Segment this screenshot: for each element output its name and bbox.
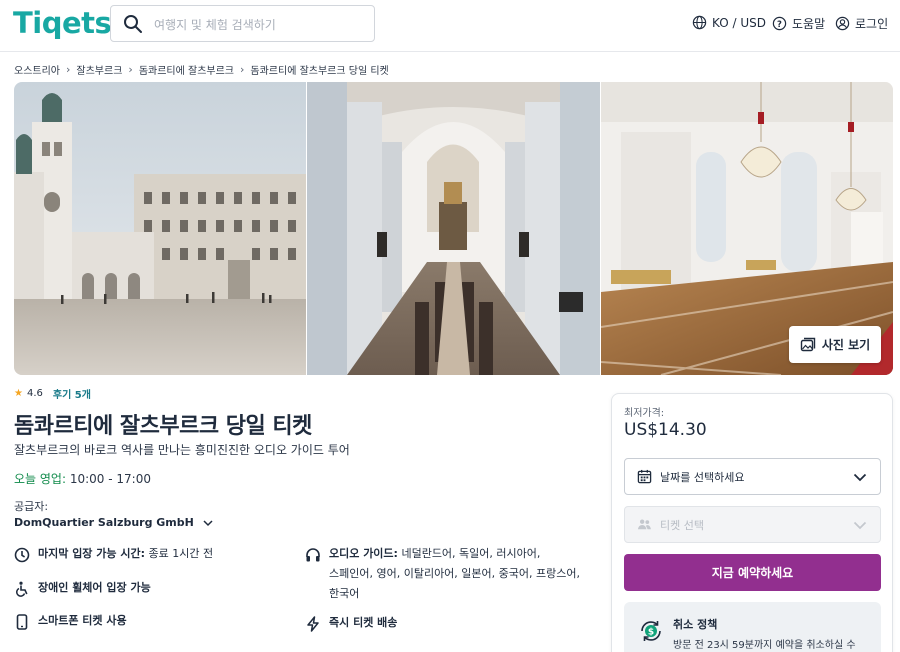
wheelchair-label: 장애인 휠체어 입장 가능 [38,581,151,594]
audio-guide-languages-1: 네덜란드어, 독일어, 러시아어, [401,547,541,560]
headphones-icon [306,548,320,562]
clock-icon [14,547,30,563]
opening-hours[interactable]: 오늘 영업: 10:00 - 17:00 [14,470,151,487]
date-select[interactable]: 날짜를 선택하세요 [624,458,881,495]
breadcrumb-item-current: 돔콰르티에 잘츠부르크 당일 티켓 [250,66,389,77]
last-entry-label: 마지막 입장 가능 시간: [38,547,145,560]
chevron-right-icon: › [66,63,71,76]
feature-audio-guide: 오디오 가이드: 네덜란드어, 독일어, 러시아어, 스페인어, 영어, 이탈리… [305,547,580,604]
refund-icon: $ [641,621,661,641]
photos-icon [800,337,816,351]
price-label: 최저가격: [624,408,665,419]
supplier-dropdown[interactable]: DomQuartier Salzburg GmbH [14,516,214,529]
cancellation-title: 취소 정책 [673,618,718,631]
login-button[interactable]: 로그인 [835,15,888,32]
svg-text:?: ? [777,19,782,29]
breadcrumb: 오스트리아 › 잘츠부르크 › 돔콰르티에 잘츠부르크 › 돔콰르티에 잘츠부르… [14,62,389,77]
opening-hours-label: 오늘 영업: [14,472,67,486]
help-icon: ? [772,16,787,31]
cancellation-policy: $ 취소 정책 방문 전 23시 59분까지 예약을 취소하실 수 [624,602,881,652]
language-currency-label: KO / USD [712,15,766,30]
login-label: 로그인 [855,17,889,31]
supplier-name: DomQuartier Salzburg GmbH [14,516,194,529]
lightning-icon [307,616,319,632]
help-button[interactable]: ? 도움말 [772,15,825,32]
feature-wheelchair: 장애인 휠체어 입장 가능 [14,581,151,598]
photo-gallery[interactable] [14,82,893,375]
smartphone-label: 스마트폰 티켓 사용 [38,614,127,627]
view-photos-label: 사진 보기 [821,338,871,352]
svg-text:$: $ [648,628,654,638]
audio-guide-label: 오디오 가이드: [329,547,398,560]
globe-icon [692,15,707,30]
search-placeholder: 여행지 및 체험 검색하기 [154,18,276,32]
ticket-select-label: 티켓 선택 [660,518,704,532]
people-icon [637,519,651,530]
supplier-label: 공급자: [14,500,49,513]
chevron-down-icon [853,521,867,530]
cancellation-text: 방문 전 23시 59분까지 예약을 취소하실 수 [673,640,856,651]
last-entry-value: 종료 1시간 전 [148,547,214,560]
audio-guide-languages-2: 스페인어, 영어, 이탈리아어, 일본어, 중국어, 프랑스어, [329,567,580,580]
site-header: Tiqets 여행지 및 체험 검색하기 KO / USD ? 도움말 로그인 [0,0,900,52]
feature-instant-delivery: 즉시 티켓 배송 [305,616,397,633]
breadcrumb-item-austria[interactable]: 오스트리아 [14,62,60,77]
chevron-down-icon [203,519,213,526]
search-input[interactable]: 여행지 및 체험 검색하기 [110,5,375,42]
page-title: 돔콰르티에 잘츠부르크 당일 티켓 [14,414,312,439]
calendar-icon [637,469,652,484]
breadcrumb-item-salzburg[interactable]: 잘츠부르크 [76,62,122,77]
ticket-select[interactable]: 티켓 선택 [624,506,881,543]
star-icon: ★ [14,388,23,399]
rating-score: 4.6 [26,388,43,399]
smartphone-icon [16,614,28,630]
page-subtitle: 잘츠부르크의 바로크 역사를 만나는 흥미진진한 오디오 가이드 투어 [14,443,350,457]
date-select-label: 날짜를 선택하세요 [660,470,745,484]
rating-summary: ★ 4.6 후기 5개 [14,386,91,401]
user-icon [835,16,850,31]
instant-delivery-label: 즉시 티켓 배송 [329,616,398,629]
price-value: US$14.30 [624,420,707,440]
book-now-button[interactable]: 지금 예약하세요 [624,554,881,591]
chevron-down-icon [853,473,867,482]
chevron-right-icon: › [240,63,245,76]
breadcrumb-item-domquartier[interactable]: 돔콰르티에 잘츠부르크 [139,62,234,77]
tiqets-logo[interactable]: Tiqets [13,6,112,40]
wheelchair-icon [16,581,28,597]
audio-guide-languages-3: 한국어 [329,587,360,600]
help-label: 도움말 [792,17,826,31]
search-icon [124,15,142,33]
feature-last-entry: 마지막 입장 가능 시간: 종료 1시간 전 [14,547,214,564]
gallery-photo-cathedral-exterior[interactable] [14,82,306,375]
opening-hours-value: 10:00 - 17:00 [69,472,151,486]
gallery-photo-cathedral-interior[interactable] [307,82,600,375]
feature-smartphone: 스마트폰 티켓 사용 [14,614,127,631]
booking-card: 최저가격: US$14.30 날짜를 선택하세요 티켓 선택 지금 예약하세요 … [611,393,893,652]
view-photos-button[interactable]: 사진 보기 [789,326,881,363]
chevron-right-icon: › [128,63,133,76]
language-currency-button[interactable]: KO / USD [692,15,766,30]
reviews-link[interactable]: 후기 5개 [53,386,91,401]
